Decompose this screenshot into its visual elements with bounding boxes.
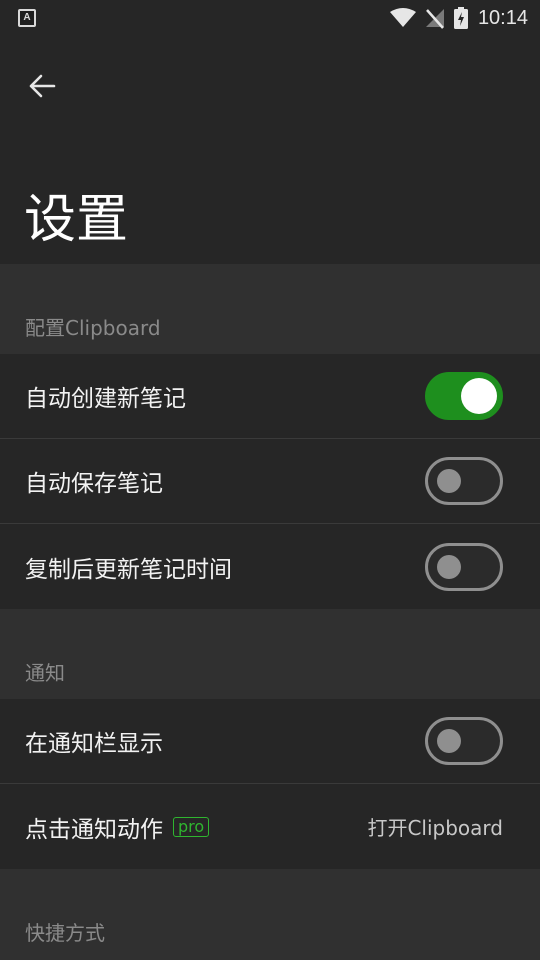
pro-badge: pro	[173, 816, 210, 837]
setting-update-note-time-after-copy[interactable]: 复制后更新笔记时间	[0, 524, 540, 609]
status-bar: A 10:14	[0, 0, 540, 36]
setting-show-in-notification-bar[interactable]: 在通知栏显示	[0, 699, 540, 784]
app-bar: 设置	[0, 36, 540, 264]
auto-create-note-toggle[interactable]	[425, 372, 503, 420]
settings-list: 配置Clipboard 自动创建新笔记 自动保存笔记 复制后更新笔记时间 通知 …	[0, 264, 540, 959]
notification-click-action-value: 打开Clipboard	[367, 816, 503, 840]
setting-auto-save-note[interactable]: 自动保存笔记	[0, 439, 540, 524]
status-icons: 10:14	[389, 0, 528, 36]
toggle-knob	[461, 378, 497, 414]
setting-label: 复制后更新笔记时间	[25, 556, 232, 583]
section-header-shortcuts: 快捷方式	[0, 869, 540, 959]
setting-label: 自动创建新笔记	[25, 386, 186, 412]
status-clock: 10:14	[477, 6, 528, 29]
toggle-knob	[437, 469, 461, 493]
setting-label: 在通知栏显示	[25, 731, 163, 757]
toggle-knob	[437, 554, 461, 579]
arrow-left-icon	[29, 74, 56, 98]
back-button[interactable]	[18, 62, 66, 110]
battery-charging-icon	[453, 7, 468, 29]
section-header-notification: 通知	[0, 609, 540, 699]
setting-label: 自动保存笔记	[25, 471, 163, 497]
app-notification-icon: A	[18, 9, 36, 27]
show-in-notification-toggle[interactable]	[425, 717, 503, 765]
setting-notification-click-action[interactable]: 点击通知动作 pro 打开Clipboard	[0, 784, 540, 869]
setting-auto-create-note[interactable]: 自动创建新笔记	[0, 354, 540, 439]
toggle-knob	[437, 729, 461, 753]
wifi-icon	[389, 8, 416, 28]
no-signal-icon	[424, 7, 446, 29]
setting-label: 点击通知动作 pro	[25, 810, 367, 844]
page-title: 设置	[24, 190, 129, 250]
auto-save-note-toggle[interactable]	[425, 457, 503, 505]
section-header-clipboard-config: 配置Clipboard	[0, 264, 540, 354]
update-note-time-toggle[interactable]	[425, 542, 503, 591]
